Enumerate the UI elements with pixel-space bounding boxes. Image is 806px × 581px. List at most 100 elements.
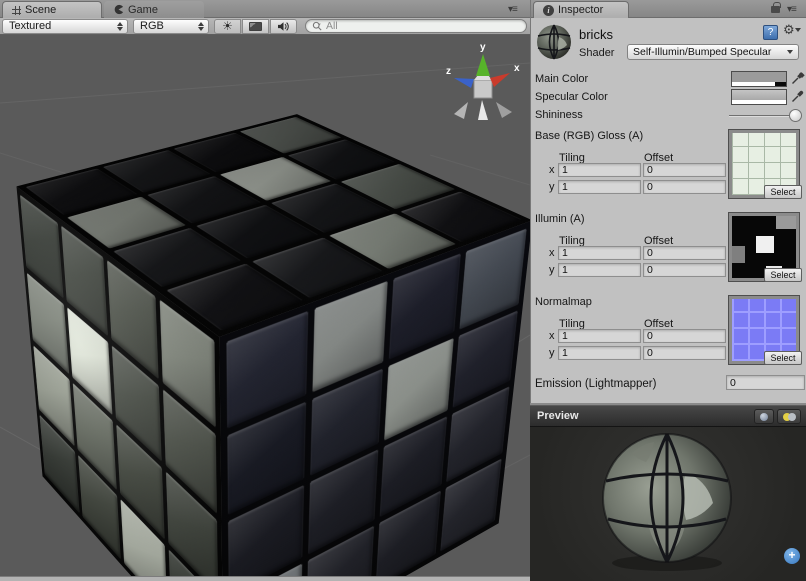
slot-label: Normalmap	[535, 296, 592, 308]
gizmo-axis-x[interactable]	[490, 73, 510, 87]
audio-toggle-button[interactable]	[270, 19, 297, 34]
texture-slot-base: Base (RGB) Gloss (A) Tiling Offset x 1 0…	[531, 130, 806, 200]
material-sphere-icon	[535, 23, 573, 61]
window-bottom-edge	[0, 576, 530, 581]
scene-search-input[interactable]: All	[305, 19, 527, 33]
scene-viewport[interactable]: y x z	[0, 35, 530, 576]
emission-field[interactable]: 0	[726, 375, 805, 390]
preview-mesh-button[interactable]	[754, 409, 774, 424]
scene-tabbar: Scene Game ▾≡	[0, 0, 530, 18]
specular-color-swatch[interactable]	[731, 89, 787, 105]
tab-scene-label: Scene	[25, 4, 56, 16]
offset-x-field[interactable]: 0	[643, 163, 726, 177]
select-button[interactable]: Select	[764, 185, 802, 199]
color-channel-value: RGB	[140, 20, 164, 32]
inspector-tabbar: i Inspector ▾≡	[531, 0, 806, 18]
sun-icon: ☀	[222, 20, 233, 32]
updown-arrows-icon	[117, 22, 123, 31]
render-mode-dropdown[interactable]: Textured	[2, 19, 128, 34]
help-icon[interactable]: ?	[763, 25, 778, 40]
shader-dropdown[interactable]: Self-Illumin/Bumped Specular	[627, 44, 799, 60]
gizmo-axis-y[interactable]	[476, 54, 490, 76]
search-icon	[312, 21, 323, 32]
gear-icon[interactable]: ⚙	[783, 24, 801, 37]
shader-value: Self-Illumin/Bumped Specular	[633, 46, 771, 58]
scene-panel: Scene Game ▾≡ Textured RGB ☀	[0, 0, 530, 581]
tiling-y-field[interactable]: 1	[558, 346, 641, 360]
game-icon	[113, 4, 124, 15]
slot-label: Base (RGB) Gloss (A)	[535, 130, 643, 142]
scene-toolbar: Textured RGB ☀	[0, 18, 530, 35]
gizmo-label-y: y	[480, 42, 486, 53]
sphere-icon	[760, 413, 768, 421]
gizmo-cone-gray	[454, 102, 468, 119]
material-name: bricks	[579, 27, 613, 42]
y-axis-label: y	[549, 264, 555, 276]
chevron-down-icon	[787, 50, 793, 54]
y-axis-label: y	[549, 181, 555, 193]
info-icon: i	[543, 5, 554, 16]
tiling-x-field[interactable]: 1	[558, 329, 641, 343]
tiling-x-field[interactable]: 1	[558, 246, 641, 260]
orientation-gizmo[interactable]: y x z	[438, 40, 530, 126]
offset-y-field[interactable]: 0	[643, 263, 726, 277]
preview-lighting-button[interactable]	[777, 409, 801, 424]
gray-light-icon	[788, 413, 796, 421]
lighting-toggle-button[interactable]: ☀	[214, 19, 241, 34]
gizmo-label-z: z	[446, 66, 451, 77]
color-channel-dropdown[interactable]: RGB	[133, 19, 209, 34]
gizmo-axis-z[interactable]	[454, 78, 474, 88]
eyedropper-icon[interactable]	[791, 89, 805, 103]
offset-x-field[interactable]: 0	[643, 246, 726, 260]
tab-game[interactable]: Game	[104, 1, 204, 18]
gizmo-cone-gray	[478, 100, 488, 120]
tiling-y-field[interactable]: 1	[558, 180, 641, 194]
texture-slot-normalmap: Normalmap Tiling Offset x 1 0 y 1 0 Sele…	[531, 296, 806, 366]
lock-icon[interactable]	[771, 6, 780, 13]
preview-title: Preview	[537, 410, 579, 422]
texture-slot-illumin: Illumin (A) Tiling Offset x 1 0 y 1 0 Se…	[531, 213, 806, 283]
select-button[interactable]: Select	[764, 351, 802, 365]
preview-add-icon[interactable]: +	[784, 548, 800, 564]
search-value: All	[326, 20, 338, 32]
x-axis-label: x	[549, 330, 555, 342]
updown-arrows-icon	[198, 22, 204, 31]
preview-viewport[interactable]: +	[530, 427, 806, 581]
render-paths-button[interactable]	[242, 19, 269, 34]
offset-y-field[interactable]: 0	[643, 346, 726, 360]
tab-inspector[interactable]: i Inspector	[533, 1, 629, 18]
unity-editor-window: Scene Game ▾≡ Textured RGB ☀	[0, 0, 806, 581]
preview-header[interactable]: Preview	[530, 405, 806, 427]
tiling-y-field[interactable]: 1	[558, 263, 641, 277]
scene-pane-menu-icon[interactable]: ▾≡	[508, 4, 517, 15]
inspector-pane-menu-icon[interactable]: ▾≡	[787, 4, 796, 15]
gizmo-label-x: x	[514, 63, 520, 74]
gizmo-center-cube[interactable]	[474, 80, 492, 98]
shader-label: Shader	[579, 47, 614, 59]
y-axis-label: y	[549, 347, 555, 359]
grid-icon	[12, 6, 21, 15]
gizmo-cone-gray	[496, 102, 512, 118]
tab-inspector-label: Inspector	[558, 4, 603, 16]
textured-cube-object[interactable]	[105, 160, 425, 480]
tab-game-label: Game	[128, 4, 158, 16]
shininess-label: Shininess	[535, 109, 583, 121]
main-color-swatch[interactable]	[731, 71, 787, 87]
x-axis-label: x	[549, 247, 555, 259]
slot-label: Illumin (A)	[535, 213, 585, 225]
main-color-label: Main Color	[535, 73, 588, 85]
specular-color-label: Specular Color	[535, 91, 608, 103]
preview-material-sphere	[592, 427, 742, 573]
select-button[interactable]: Select	[764, 268, 802, 282]
emission-label: Emission (Lightmapper)	[535, 378, 656, 390]
cube-3d	[105, 161, 402, 566]
offset-y-field[interactable]: 0	[643, 180, 726, 194]
speaker-icon	[277, 21, 290, 32]
shininess-slider-handle[interactable]	[789, 109, 802, 122]
tab-scene[interactable]: Scene	[2, 1, 102, 18]
tiling-x-field[interactable]: 1	[558, 163, 641, 177]
eyedropper-icon[interactable]	[791, 71, 805, 85]
image-icon	[249, 22, 262, 31]
x-axis-label: x	[549, 164, 555, 176]
offset-x-field[interactable]: 0	[643, 329, 726, 343]
